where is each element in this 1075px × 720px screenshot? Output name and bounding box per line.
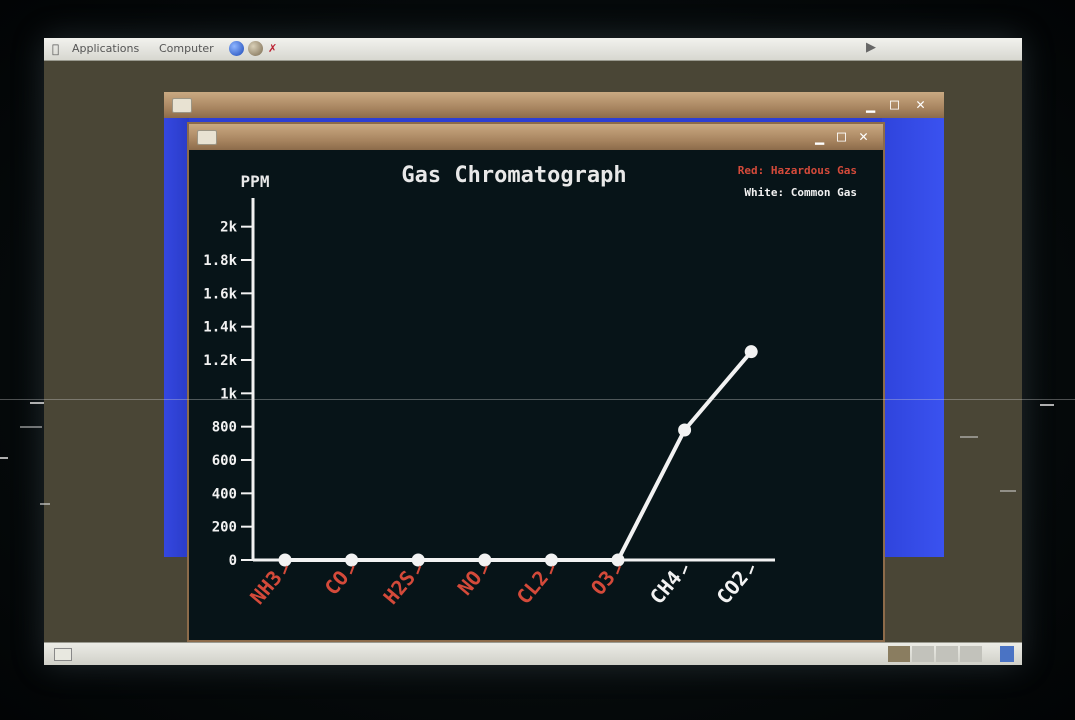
x-tick-mark <box>549 565 555 575</box>
legend-common: White: Common Gas <box>744 186 857 199</box>
y-axis-label: PPM <box>241 172 270 191</box>
applications-menu[interactable]: Applications <box>72 42 139 55</box>
y-tick-label: 200 <box>212 520 237 536</box>
data-point-ch4 <box>678 423 692 437</box>
bottom-panel <box>44 642 1022 665</box>
glitch-line <box>40 503 50 505</box>
workspace-3[interactable] <box>936 646 958 662</box>
minimize-icon[interactable]: ▁ <box>861 95 880 114</box>
data-point-cl2 <box>544 553 558 567</box>
y-tick-label: 2k <box>220 220 237 236</box>
desktop-screen:  Applications Computer ✗ ▶ ▁ □ ✕ <box>44 38 1022 665</box>
tools-icon[interactable]: ✗ <box>268 42 277 55</box>
x-tick-label-no: NO <box>453 566 487 600</box>
x-tick-label-o3: O3 <box>586 566 620 600</box>
background-window-body <box>164 118 189 557</box>
workspace-4[interactable] <box>960 646 982 662</box>
glitch-line <box>0 399 1075 400</box>
chart-area: Gas Chromatograph PPM Red: Hazardous Gas… <box>189 152 883 640</box>
x-tick-label-h2s: H2S <box>378 566 420 609</box>
chromatograph-window[interactable]: ▁ □ ✕ Gas Chromatograph PPM Red: Hazardo… <box>187 122 885 642</box>
show-desktop-icon[interactable] <box>54 648 72 661</box>
globe-icon[interactable] <box>229 41 244 56</box>
legend-hazardous: Red: Hazardous Gas <box>738 164 857 177</box>
axes: 02004006008001k1.2k1.4k1.6k1.8k2k <box>203 198 775 569</box>
x-tick-mark <box>283 565 288 575</box>
y-tick-label: 1.6k <box>203 286 237 302</box>
minimize-icon[interactable]: ▁ <box>810 127 829 146</box>
data-point-nh3 <box>278 553 292 567</box>
x-tick-labels: NH3 CO H2S NO CL2 O3 CH4 CO2 <box>245 565 755 609</box>
x-tick-mark <box>349 565 355 575</box>
series-line-path <box>285 350 753 562</box>
apple-icon[interactable]:  <box>52 42 59 56</box>
data-point-co2 <box>744 345 758 359</box>
background-window-titlebar[interactable]: ▁ □ ✕ <box>164 92 944 118</box>
data-point-co <box>345 553 359 567</box>
y-tick-label: 1.4k <box>203 320 237 336</box>
workspace-2[interactable] <box>912 646 934 662</box>
mail-icon[interactable] <box>248 41 263 56</box>
glitch-line <box>1000 490 1016 492</box>
glitch-line <box>960 436 978 438</box>
x-tick-label-cl2: CL2 <box>512 566 554 609</box>
background-window-body-right <box>882 118 944 557</box>
data-point-o3 <box>611 553 625 567</box>
workspace-1[interactable] <box>888 646 910 662</box>
glitch-line <box>1040 404 1054 406</box>
x-tick-mark <box>749 565 755 575</box>
folder-icon <box>197 130 217 145</box>
x-tick-label-co2: CO2 <box>711 566 753 609</box>
y-tick-label: 1.8k <box>203 253 237 269</box>
y-tick-label: 400 <box>212 486 237 502</box>
computer-menu[interactable]: Computer <box>159 42 214 55</box>
x-tick-label-co: CO <box>320 566 354 600</box>
x-tick-mark <box>616 565 621 575</box>
x-tick-label-nh3: NH3 <box>245 566 287 609</box>
gas-chart: Gas Chromatograph PPM Red: Hazardous Gas… <box>203 163 857 609</box>
glitch-line <box>0 457 8 459</box>
folder-icon <box>172 98 192 113</box>
y-tick-label: 600 <box>212 453 237 469</box>
x-tick-mark <box>482 565 488 575</box>
maximize-icon[interactable]: □ <box>832 127 851 146</box>
x-tick-mark <box>682 565 688 575</box>
data-point-h2s <box>411 553 425 567</box>
speaker-icon[interactable]: ▶ <box>866 40 876 55</box>
x-tick-mark <box>416 565 422 575</box>
crt-monitor:  Applications Computer ✗ ▶ ▁ □ ✕ <box>0 0 1075 720</box>
close-icon[interactable]: ✕ <box>911 95 930 114</box>
close-icon[interactable]: ✕ <box>854 127 873 146</box>
y-tick-label: 800 <box>212 420 237 436</box>
maximize-icon[interactable]: □ <box>885 95 904 114</box>
x-tick-label-ch4: CH4 <box>645 566 687 609</box>
series-line <box>278 345 758 567</box>
top-panel:  Applications Computer ✗ ▶ <box>44 38 1022 61</box>
glitch-line <box>30 402 44 404</box>
trash-icon[interactable] <box>1000 646 1014 662</box>
y-tick-label: 1.2k <box>203 353 237 369</box>
glitch-line <box>20 426 42 428</box>
chart-title: Gas Chromatograph <box>401 163 626 188</box>
data-point-no <box>478 553 492 567</box>
chromatograph-window-titlebar[interactable]: ▁ □ ✕ <box>189 124 883 150</box>
y-tick-label: 0 <box>229 553 237 569</box>
